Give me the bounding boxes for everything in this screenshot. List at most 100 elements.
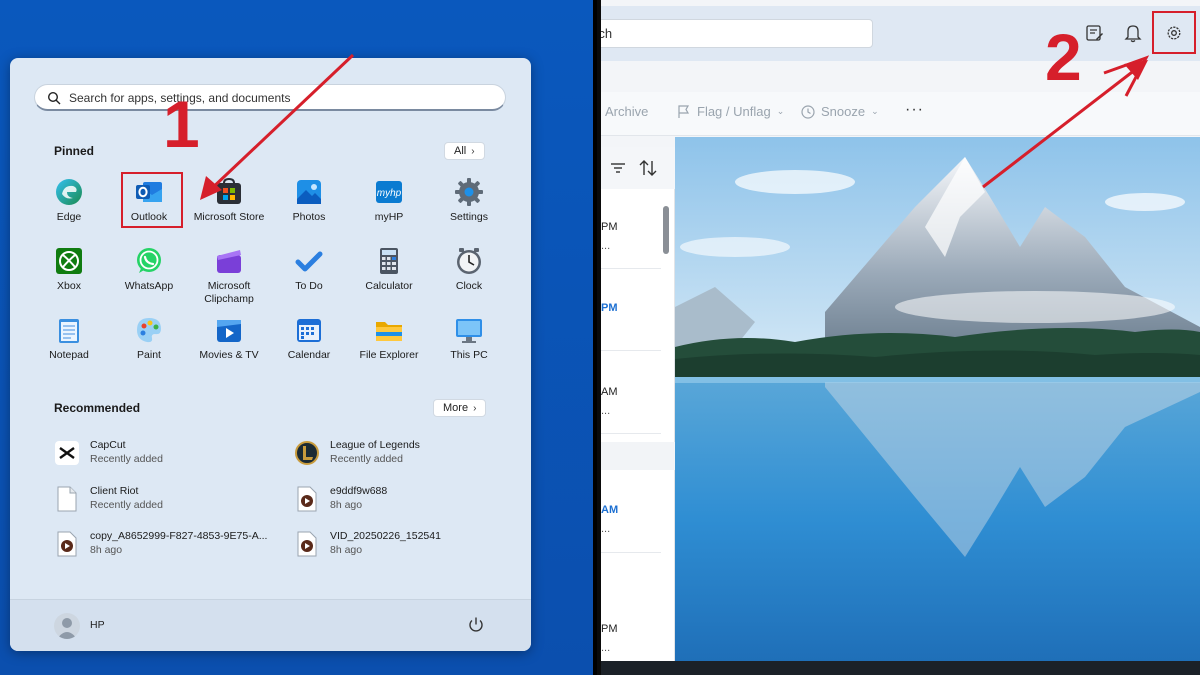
message-preview: ... <box>601 240 611 252</box>
recommended-item-copy-video[interactable]: copy_A8652999-F827-4853-9E75-A... 8h ago <box>55 527 285 563</box>
more-options-button[interactable]: ··· <box>905 101 924 119</box>
edge-icon <box>56 179 82 205</box>
clock-icon <box>801 104 815 119</box>
archive-button[interactable]: Archive <box>605 104 648 119</box>
more-label: More <box>443 402 469 414</box>
app-label: Xbox <box>57 280 81 292</box>
outlook-window: rch Archive Flag / Unflag ⌄ Snooze ⌄ ··· P… <box>601 0 1200 675</box>
search-icon <box>47 91 61 105</box>
recommended-item-capcut[interactable]: CapCut Recently added <box>55 436 285 472</box>
recommended-item-league-of-legends[interactable]: League of Legends Recently added <box>295 436 525 472</box>
reading-pane-background <box>675 137 1200 661</box>
filter-icon[interactable] <box>609 159 627 177</box>
video-file-icon <box>297 486 317 512</box>
pinned-app-movies-tv[interactable]: Movies & TV <box>189 315 269 381</box>
command-bar: Archive Flag / Unflag ⌄ Snooze ⌄ ··· <box>601 92 1200 136</box>
step-number-2: 2 <box>1045 20 1082 94</box>
app-label: Clock <box>455 280 483 292</box>
app-label: Paint <box>137 349 161 361</box>
flag-unflag-button[interactable]: Flag / Unflag ⌄ <box>677 104 784 119</box>
flag-icon <box>678 104 690 118</box>
start-search-box[interactable] <box>34 84 506 111</box>
desktop-background: Pinned All › Edge Outlook Microsoft Stor… <box>0 0 597 675</box>
pinned-app-this-pc[interactable]: This PC <box>429 315 509 381</box>
highlight-outlook-box <box>121 172 183 228</box>
message-time: PM <box>601 623 618 635</box>
scrollbar-thumb[interactable] <box>663 206 669 254</box>
video-file-icon <box>57 531 77 557</box>
recommended-item-vid[interactable]: VID_20250226_152541 8h ago <box>295 527 525 563</box>
snooze-button[interactable]: Snooze ⌄ <box>801 104 879 119</box>
recommended-name: CapCut <box>90 439 126 451</box>
recommended-name: League of Legends <box>330 439 420 451</box>
recommended-subtitle: 8h ago <box>330 544 363 556</box>
pinned-app-clock[interactable]: Clock <box>429 246 509 312</box>
folder-icon <box>376 322 402 341</box>
all-apps-label: All <box>454 145 467 157</box>
archive-label: Archive <box>605 104 649 119</box>
message-time: AM <box>601 504 619 516</box>
app-label: Photos <box>292 211 326 223</box>
app-label: Notepad <box>49 349 89 361</box>
pinned-app-calendar[interactable]: Calendar <box>269 315 349 381</box>
notes-icon[interactable] <box>1083 22 1105 44</box>
sort-icon[interactable] <box>638 158 658 178</box>
pinned-app-whatsapp[interactable]: WhatsApp <box>109 246 189 312</box>
more-button[interactable]: More › <box>433 399 487 417</box>
chevron-right-icon: › <box>471 145 475 157</box>
all-apps-button[interactable]: All › <box>444 142 485 160</box>
recommended-item-e9ddf9w688[interactable]: e9ddf9w688 8h ago <box>295 482 525 518</box>
pinned-app-file-explorer[interactable]: File Explorer <box>349 315 429 381</box>
start-search-input[interactable] <box>69 88 489 108</box>
movies-icon <box>217 320 241 342</box>
recommended-name: e9ddf9w688 <box>330 485 388 497</box>
xbox-icon <box>56 248 82 274</box>
app-label: Calendar <box>287 349 331 361</box>
pinned-heading: Pinned <box>54 144 95 158</box>
pinned-app-xbox[interactable]: Xbox <box>29 246 109 312</box>
user-avatar[interactable] <box>54 613 80 639</box>
monitor-icon <box>456 319 482 343</box>
recommended-subtitle: 8h ago <box>90 544 123 556</box>
paint-icon <box>137 318 161 343</box>
pinned-app-myhp[interactable]: myhp myHP <box>349 177 429 243</box>
calculator-icon <box>380 248 398 274</box>
snooze-label: Snooze <box>821 104 866 119</box>
pinned-app-paint[interactable]: Paint <box>109 315 189 381</box>
app-label: This PC <box>450 349 488 361</box>
bell-icon[interactable] <box>1122 22 1144 44</box>
clipchamp-icon <box>217 250 241 273</box>
outlook-title-bar: rch <box>601 6 1200 61</box>
clock-icon <box>457 248 481 274</box>
highlight-settings-box <box>1152 11 1196 54</box>
message-time: PM <box>601 221 618 233</box>
calendar-icon <box>297 319 321 342</box>
recommended-subtitle: 8h ago <box>330 499 363 511</box>
pinned-app-microsoft-store[interactable]: Microsoft Store <box>189 177 269 243</box>
search-text: rch <box>601 26 613 41</box>
recommended-subtitle: Recently added <box>90 499 163 511</box>
power-icon[interactable] <box>467 616 485 634</box>
pinned-app-photos[interactable]: Photos <box>269 177 349 243</box>
photos-icon <box>297 180 321 204</box>
whatsapp-icon <box>137 248 161 273</box>
step-number-1: 1 <box>163 87 200 161</box>
start-menu-footer: HP <box>10 599 531 651</box>
pinned-app-clipchamp[interactable]: Microsoft Clipchamp <box>189 246 269 312</box>
user-icon <box>57 618 77 639</box>
window-bottom-edge <box>601 661 1200 675</box>
capcut-icon <box>55 441 79 465</box>
app-label: Edge <box>56 211 82 223</box>
message-preview: ... <box>601 523 611 535</box>
outlook-search-box[interactable]: rch <box>601 19 873 48</box>
todo-icon <box>295 251 323 272</box>
pinned-app-edge[interactable]: Edge <box>29 177 109 243</box>
svg-text:myhp: myhp <box>377 188 402 199</box>
pinned-app-todo[interactable]: To Do <box>269 246 349 312</box>
pinned-app-settings[interactable]: Settings <box>429 177 509 243</box>
start-menu: Pinned All › Edge Outlook Microsoft Stor… <box>10 58 531 651</box>
pinned-app-calculator[interactable]: Calculator <box>349 246 429 312</box>
recommended-item-client-riot[interactable]: Client Riot Recently added <box>55 482 285 518</box>
app-label: Movies & TV <box>199 349 259 361</box>
pinned-app-notepad[interactable]: Notepad <box>29 315 109 381</box>
